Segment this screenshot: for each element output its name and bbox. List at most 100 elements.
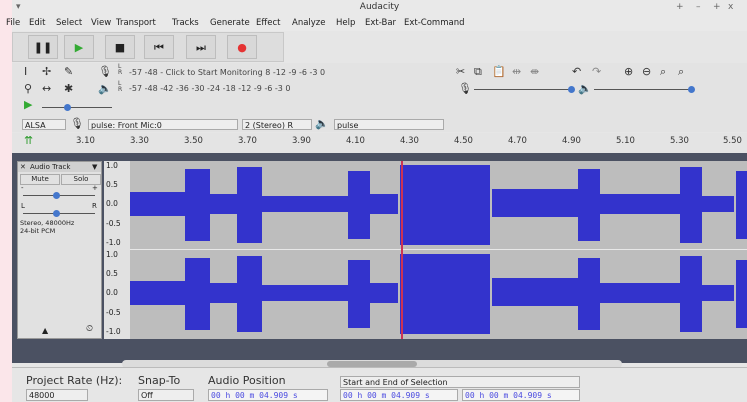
copy-icon[interactable]: ⧉: [474, 66, 482, 78]
project-rate-select[interactable]: 48000: [26, 389, 88, 401]
audio-position-label: Audio Position: [208, 374, 286, 387]
timeline-ruler[interactable]: ⇈ 3.10 3.30 3.50 3.70 3.90 4.10 4.30 4.5…: [12, 133, 747, 154]
record-meter-lr: LR: [118, 63, 123, 76]
audio-position-time[interactable]: 00 h 00 m 04.909 s: [208, 389, 328, 401]
scale-label: -0.5: [106, 219, 121, 228]
audio-host-select[interactable]: ALSA: [22, 119, 66, 130]
play-speed-thumb[interactable]: [64, 104, 71, 111]
gain-minus-label: -: [21, 184, 24, 192]
pan-slider-thumb[interactable]: [53, 210, 60, 217]
playback-volume-thumb[interactable]: [688, 86, 695, 93]
title-bar: ▾ Audacity + – + x: [12, 0, 747, 15]
pause-button[interactable]: ❚❚: [28, 35, 58, 59]
track-name-bar[interactable]: ✕ Audio Track ▼: [18, 162, 101, 172]
pause-icon: ❚❚: [33, 40, 53, 54]
timeshift-tool-icon[interactable]: ↔: [42, 83, 51, 95]
scale-label: 1.0: [106, 161, 118, 170]
track-menu-icon[interactable]: ▼: [92, 162, 97, 172]
mute-button[interactable]: Mute: [20, 174, 60, 185]
skip-to-end-button[interactable]: ⏭: [186, 35, 216, 59]
menu-view[interactable]: View: [91, 18, 111, 28]
ruler-tick: 3.10: [76, 136, 95, 146]
menu-edit[interactable]: Edit: [29, 18, 45, 28]
play-button[interactable]: ▶: [64, 35, 94, 59]
stop-button[interactable]: ■: [105, 35, 135, 59]
record-meter-mic-icon[interactable]: 🎙: [98, 66, 112, 78]
snap-to-select[interactable]: Off: [138, 389, 194, 401]
zoom-in-icon[interactable]: ⊕: [624, 66, 633, 78]
ruler-tick: 4.30: [400, 136, 419, 146]
trim-icon[interactable]: ⇹: [512, 66, 521, 78]
menu-effect[interactable]: Effect: [256, 18, 280, 28]
record-icon: ●: [237, 40, 247, 54]
menu-ext-command[interactable]: Ext-Command: [404, 18, 465, 28]
skip-to-end-icon: ⏭: [196, 40, 206, 54]
menu-transport[interactable]: Transport: [116, 18, 156, 28]
pan-left-label: L: [21, 202, 25, 210]
menu-file[interactable]: File: [6, 18, 20, 28]
record-volume-slider[interactable]: [474, 89, 574, 90]
track-name[interactable]: Audio Track: [30, 162, 70, 172]
envelope-tool-icon[interactable]: ✢: [42, 66, 51, 78]
playback-meter-speaker-icon[interactable]: 🔈: [98, 83, 112, 95]
channel-left: [130, 165, 747, 245]
record-button[interactable]: ●: [227, 35, 257, 59]
waveform-display[interactable]: [130, 161, 747, 339]
project-rate-label: Project Rate (Hz):: [26, 374, 123, 387]
fit-selection-icon[interactable]: ⌕: [660, 66, 666, 78]
channel-right: [130, 254, 747, 334]
collapse-track-icon[interactable]: ▲: [42, 326, 48, 335]
menu-select[interactable]: Select: [56, 18, 82, 28]
record-meter[interactable]: -57 -48 - Click to Start Monitoring 8 -1…: [129, 68, 325, 77]
playback-volume-slider[interactable]: [594, 89, 694, 90]
redo-icon[interactable]: ↷: [592, 66, 601, 78]
multi-tool-icon[interactable]: ✱: [64, 83, 73, 95]
recording-channels-select[interactable]: 2 (Stereo) R: [242, 119, 312, 130]
scale-label: -1.0: [106, 238, 121, 247]
track-close-icon[interactable]: ✕: [20, 162, 26, 172]
pin-icon[interactable]: +: [676, 2, 684, 12]
playback-device-select[interactable]: pulse: [334, 119, 444, 130]
close-icon[interactable]: x: [728, 2, 733, 12]
maximize-icon[interactable]: +: [713, 2, 721, 12]
minimize-icon[interactable]: –: [696, 2, 701, 12]
undo-icon[interactable]: ↶: [572, 66, 581, 78]
skip-to-start-icon: ⏮: [154, 40, 164, 54]
recording-device-select[interactable]: pulse: Front Mic:0: [88, 119, 238, 130]
selection-start-time[interactable]: 00 h 00 m 04.909 s: [340, 389, 458, 401]
ruler-tick: 3.50: [184, 136, 203, 146]
play-speed-slider[interactable]: [42, 107, 112, 108]
zoom-tool-icon[interactable]: ⚲: [24, 83, 32, 95]
record-volume-thumb[interactable]: [568, 86, 575, 93]
skip-to-start-button[interactable]: ⏮: [144, 35, 174, 59]
fit-project-icon[interactable]: ⌕: [678, 66, 684, 78]
playback-meter[interactable]: -57 -48 -42 -36 -30 -24 -18 -12 -9 -6 -3…: [129, 84, 291, 93]
device-mic-icon: 🎙: [70, 117, 84, 130]
device-toolbar: ALSA 🎙 pulse: Front Mic:0 2 (Stereo) R 🔈…: [12, 117, 747, 132]
track-sync-icon[interactable]: ⏲: [86, 324, 93, 334]
scale-label: 1.0: [106, 250, 118, 259]
scale-label: 0.5: [106, 180, 118, 189]
menu-generate[interactable]: Generate: [210, 18, 250, 28]
play-icon: ▶: [74, 40, 84, 54]
vertical-scale[interactable]: 1.0 0.5 0.0 -0.5 -1.0 1.0 0.5 0.0 -0.5 -…: [104, 161, 130, 339]
silence-icon[interactable]: ⇼: [530, 66, 539, 78]
selection-mode-select[interactable]: Start and End of Selection: [340, 376, 580, 388]
gain-slider-thumb[interactable]: [53, 192, 60, 199]
menu-help[interactable]: Help: [336, 18, 355, 28]
draw-tool-icon[interactable]: ✎: [64, 66, 73, 78]
scale-label: -0.5: [106, 308, 121, 317]
selection-tool-icon[interactable]: I: [24, 66, 27, 78]
selection-end-time[interactable]: 00 h 00 m 04.909 s: [462, 389, 580, 401]
menu-analyze[interactable]: Analyze: [292, 18, 326, 28]
menu-ext-bar[interactable]: Ext-Bar: [365, 18, 396, 28]
waveform-svg: [130, 161, 747, 339]
ruler-tick: 4.50: [454, 136, 473, 146]
playback-meter-lr: LR: [118, 80, 123, 93]
zoom-out-icon[interactable]: ⊖: [642, 66, 651, 78]
cut-icon[interactable]: ✂: [456, 66, 465, 78]
menu-tracks[interactable]: Tracks: [172, 18, 199, 28]
play-at-speed-icon[interactable]: ▶: [24, 99, 32, 111]
paste-icon[interactable]: 📋: [492, 66, 506, 78]
pin-playhead-icon[interactable]: ⇈: [24, 135, 33, 147]
